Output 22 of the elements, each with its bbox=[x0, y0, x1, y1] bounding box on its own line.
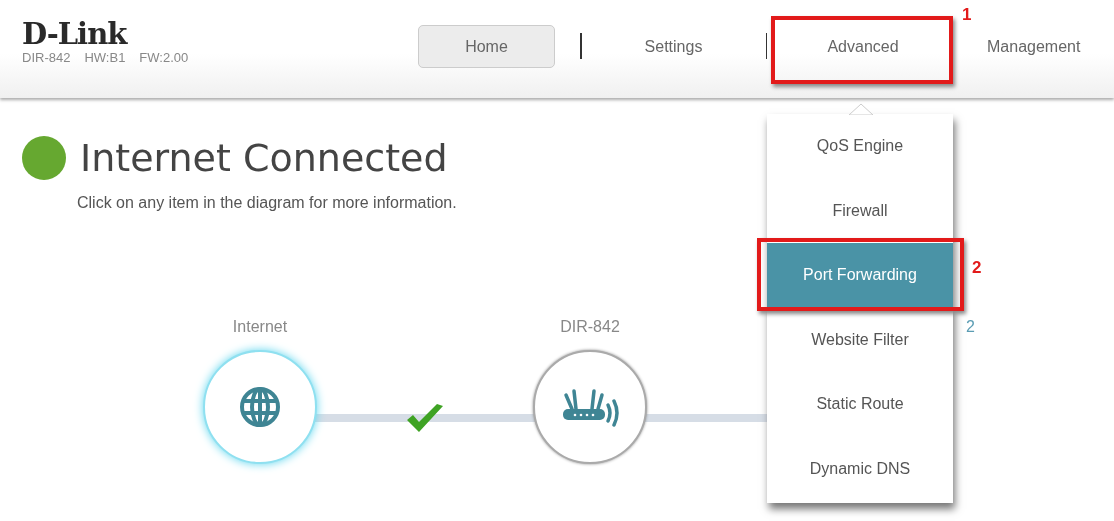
menu-item[interactable]: Static Route bbox=[767, 372, 953, 437]
globe-icon bbox=[239, 386, 281, 428]
status-title: Internet Connected bbox=[80, 136, 448, 180]
router-icon bbox=[560, 387, 620, 427]
nav-tab[interactable]: Advanced bbox=[773, 25, 953, 68]
menu-pointer-icon bbox=[849, 103, 873, 115]
client-count-text: 2 bbox=[966, 318, 975, 336]
nav-tab[interactable]: Settings bbox=[581, 25, 766, 68]
nav-tab[interactable]: Home bbox=[418, 25, 555, 68]
hardware-label: HW:B1 bbox=[84, 50, 126, 65]
menu-item[interactable]: QoS Engine bbox=[767, 114, 953, 179]
node-label: Internet bbox=[232, 318, 288, 336]
step-number: 1 bbox=[962, 5, 972, 25]
node-label: DIR-842 bbox=[560, 318, 620, 336]
model-label: DIR-842 bbox=[22, 50, 71, 65]
firmware-label: FW:2.00 bbox=[139, 50, 189, 65]
step-number: 2 bbox=[972, 258, 982, 278]
nav-tab[interactable]: Management bbox=[987, 25, 1107, 68]
menu-item[interactable]: Dynamic DNS bbox=[767, 436, 953, 501]
logo: D-Link bbox=[22, 20, 129, 48]
internet-node[interactable] bbox=[203, 350, 317, 464]
hint-text: Click on any item in the diagram for more information. bbox=[77, 194, 457, 212]
